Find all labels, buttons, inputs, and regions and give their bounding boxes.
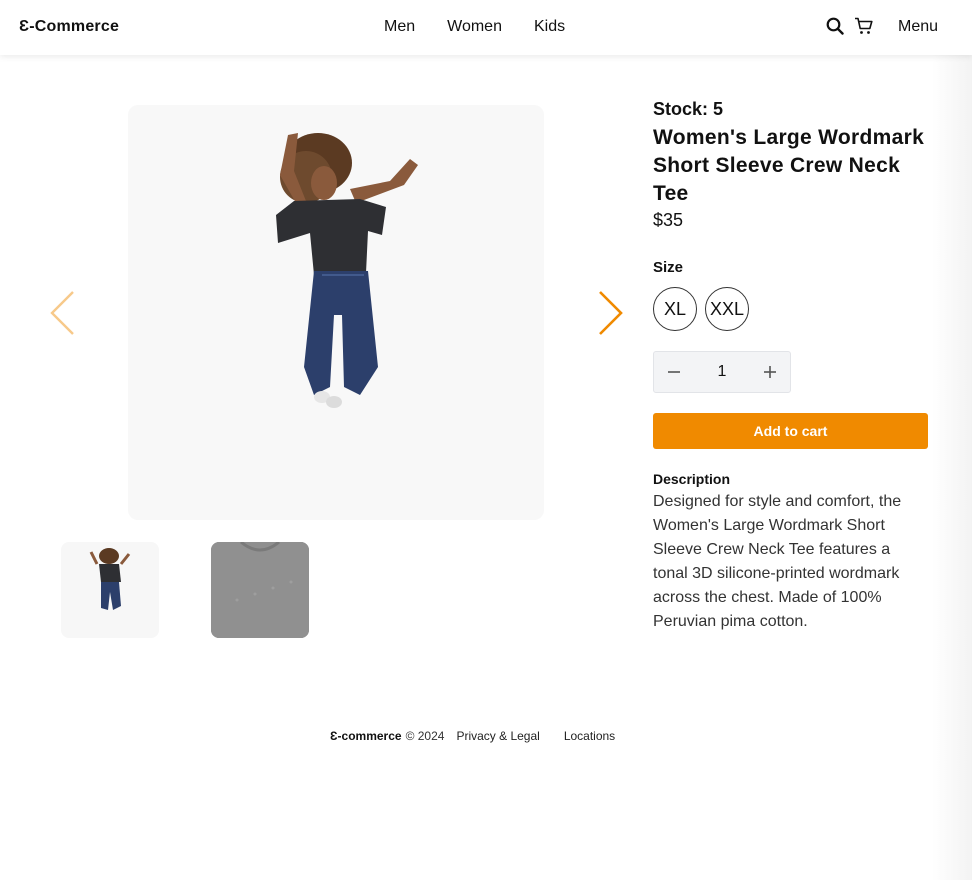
stock-count: Stock: 5 [653, 99, 724, 119]
main-product-image [128, 105, 544, 520]
size-label: Size [653, 259, 684, 276]
footer-copyright: © 2024 [405, 729, 445, 743]
footer-logo[interactable]: Ɛ-commerce [330, 729, 402, 743]
size-selector: XL XXL [653, 287, 749, 331]
top-navbar: Ɛ-Commerce Men Women Kids Menu [0, 0, 972, 55]
header-icons [826, 17, 874, 40]
menu-button[interactable]: Menu [898, 18, 938, 36]
add-to-cart-button[interactable]: Add to cart [653, 413, 928, 449]
description-label: Description [653, 471, 731, 487]
nav-link-kids[interactable]: Kids [534, 18, 565, 36]
footer-link-privacy[interactable]: Privacy & Legal [456, 729, 539, 743]
site-logo[interactable]: Ɛ-Commerce [19, 18, 119, 36]
size-option-xxl[interactable]: XXL [705, 287, 749, 331]
quantity-value[interactable]: 1 [718, 363, 727, 381]
chevron-right-icon[interactable] [596, 290, 624, 336]
plus-icon[interactable] [750, 352, 790, 392]
product-price: $35 [653, 210, 684, 230]
main-nav: Men Women Kids [384, 18, 565, 36]
chevron-left-icon[interactable] [49, 290, 77, 336]
quantity-stepper: 1 [653, 351, 791, 393]
thumbnail-model[interactable] [61, 542, 159, 638]
cart-icon[interactable] [854, 17, 874, 40]
minus-icon[interactable] [654, 352, 694, 392]
product-description: Designed for style and comfort, the Wome… [653, 493, 902, 630]
nav-link-women[interactable]: Women [447, 18, 502, 36]
product-title: Women's Large Wordmark Short Sleeve Crew… [653, 126, 925, 205]
search-icon[interactable] [826, 17, 844, 40]
footer: Ɛ-commerce © 2024 Privacy & Legal Locati… [330, 729, 615, 743]
footer-link-locations[interactable]: Locations [564, 729, 615, 743]
nav-link-men[interactable]: Men [384, 18, 415, 36]
size-option-xl[interactable]: XL [653, 287, 697, 331]
right-edge-shadow [932, 55, 972, 880]
thumbnail-shirt-detail[interactable] [211, 542, 309, 638]
